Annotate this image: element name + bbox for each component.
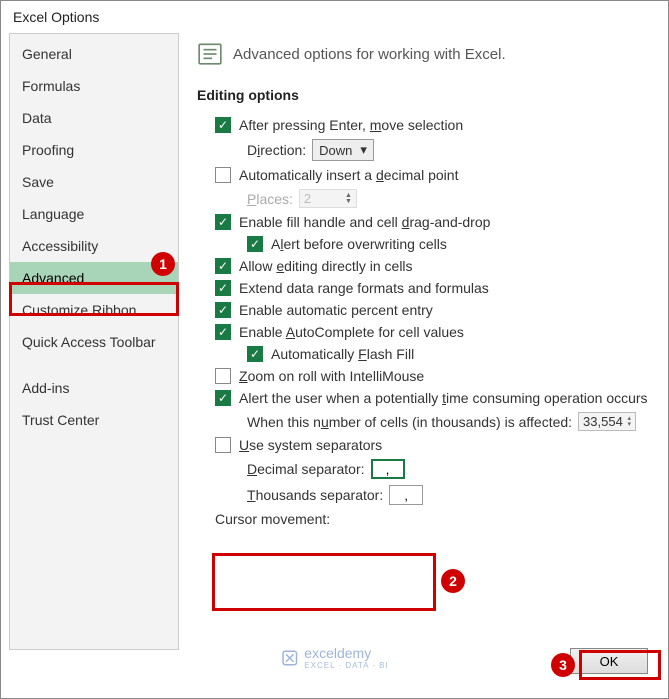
label-after-enter: After pressing Enter, move selection xyxy=(239,117,463,133)
sidebar-item-formulas[interactable]: Formulas xyxy=(10,70,178,102)
row-allow-edit: ✓ Allow editing directly in cells xyxy=(197,258,660,274)
row-flash-fill: ✓ Automatically Flash Fill xyxy=(197,346,660,362)
label-zoom: Zoom on roll with IntelliMouse xyxy=(239,368,424,384)
label-alert-time: Alert the user when a potentially time c… xyxy=(239,390,648,406)
sidebar: General Formulas Data Proofing Save Lang… xyxy=(9,33,179,650)
row-autocomplete: ✓ Enable AutoComplete for cell values xyxy=(197,324,660,340)
row-fill-handle: ✓ Enable fill handle and cell drag-and-d… xyxy=(197,214,660,230)
sidebar-item-proofing[interactable]: Proofing xyxy=(10,134,178,166)
row-direction: Direction: Down▾ xyxy=(197,139,660,161)
sidebar-item-trust-center[interactable]: Trust Center xyxy=(10,404,178,436)
checkbox-fill-handle[interactable]: ✓ xyxy=(215,214,231,230)
sidebar-item-language[interactable]: Language xyxy=(10,198,178,230)
sidebar-item-data[interactable]: Data xyxy=(10,102,178,134)
row-decimal-sep: Decimal separator: xyxy=(197,459,660,479)
dropdown-direction[interactable]: Down▾ xyxy=(312,139,374,161)
label-allow-edit: Allow editing directly in cells xyxy=(239,258,413,274)
checkbox-auto-percent[interactable]: ✓ xyxy=(215,302,231,318)
label-extend-formats: Extend data range formats and formulas xyxy=(239,280,489,296)
checkbox-use-separators[interactable] xyxy=(215,437,231,453)
sidebar-item-customize-ribbon[interactable]: Customize Ribbon xyxy=(10,294,178,326)
checkbox-zoom[interactable] xyxy=(215,368,231,384)
row-cursor-movement: Cursor movement: xyxy=(197,511,660,527)
label-use-separators: Use system separators xyxy=(239,437,382,453)
window-title: Excel Options xyxy=(1,1,668,33)
watermark-brand: exceldemy xyxy=(304,645,371,661)
header-row: Advanced options for working with Excel. xyxy=(197,41,660,67)
sidebar-item-accessibility[interactable]: Accessibility xyxy=(10,230,178,262)
row-auto-percent: ✓ Enable automatic percent entry xyxy=(197,302,660,318)
spinner-places: 2▲▼ xyxy=(299,189,357,208)
row-zoom: Zoom on roll with IntelliMouse xyxy=(197,368,660,384)
section-title: Editing options xyxy=(197,87,660,103)
checkbox-auto-decimal[interactable] xyxy=(215,167,231,183)
checkbox-alert-overwrite[interactable]: ✓ xyxy=(247,236,263,252)
options-icon xyxy=(197,41,223,67)
input-decimal-sep[interactable] xyxy=(371,459,405,479)
header-text: Advanced options for working with Excel. xyxy=(233,46,506,63)
label-autocomplete: Enable AutoComplete for cell values xyxy=(239,324,464,340)
label-decimal-sep: Decimal separator: xyxy=(247,461,365,477)
excel-options-window: Excel Options General Formulas Data Proo… xyxy=(0,0,669,699)
sidebar-item-add-ins[interactable]: Add-ins xyxy=(10,372,178,404)
sidebar-item-save[interactable]: Save xyxy=(10,166,178,198)
row-use-separators: Use system separators xyxy=(197,437,660,453)
sidebar-item-general[interactable]: General xyxy=(10,38,178,70)
label-places: Places: xyxy=(247,191,293,207)
watermark: exceldemy EXCEL · DATA · BI xyxy=(280,645,388,670)
row-alert-overwrite: ✓ Alert before overwriting cells xyxy=(197,236,660,252)
row-places: Places: 2▲▼ xyxy=(197,189,660,208)
row-auto-decimal: Automatically insert a decimal point xyxy=(197,167,660,183)
row-cells-affected: When this number of cells (in thousands)… xyxy=(197,412,660,431)
checkbox-after-enter[interactable]: ✓ xyxy=(215,117,231,133)
label-direction: Direction: xyxy=(247,142,306,158)
label-fill-handle: Enable fill handle and cell drag-and-dro… xyxy=(239,214,490,230)
label-cells-affected: When this number of cells (in thousands)… xyxy=(247,414,572,430)
spinner-cells-affected[interactable]: 33,554▴▾ xyxy=(578,412,636,431)
row-extend-formats: ✓ Extend data range formats and formulas xyxy=(197,280,660,296)
ok-button[interactable]: OK xyxy=(570,648,648,674)
label-auto-percent: Enable automatic percent entry xyxy=(239,302,433,318)
chevron-down-icon: ▾ xyxy=(360,142,367,158)
watermark-tag: EXCEL · DATA · BI xyxy=(304,661,388,670)
label-auto-decimal: Automatically insert a decimal point xyxy=(239,167,458,183)
content-area: General Formulas Data Proofing Save Lang… xyxy=(1,33,668,650)
row-after-enter: ✓ After pressing Enter, move selection xyxy=(197,117,660,133)
checkbox-extend-formats[interactable]: ✓ xyxy=(215,280,231,296)
label-thousands-sep: Thousands separator: xyxy=(247,487,383,503)
label-flash-fill: Automatically Flash Fill xyxy=(271,346,414,362)
label-alert-overwrite: Alert before overwriting cells xyxy=(271,236,447,252)
label-cursor-movement: Cursor movement: xyxy=(215,511,330,527)
sidebar-item-quick-access-toolbar[interactable]: Quick Access Toolbar xyxy=(10,326,178,358)
sidebar-item-advanced[interactable]: Advanced xyxy=(10,262,178,294)
main-panel: Advanced options for working with Excel.… xyxy=(179,33,660,650)
row-thousands-sep: Thousands separator: xyxy=(197,485,660,505)
watermark-icon xyxy=(280,649,298,667)
input-thousands-sep[interactable] xyxy=(389,485,423,505)
checkbox-alert-time[interactable]: ✓ xyxy=(215,390,231,406)
row-alert-time: ✓ Alert the user when a potentially time… xyxy=(197,390,660,406)
checkbox-autocomplete[interactable]: ✓ xyxy=(215,324,231,340)
checkbox-flash-fill[interactable]: ✓ xyxy=(247,346,263,362)
checkbox-allow-edit[interactable]: ✓ xyxy=(215,258,231,274)
